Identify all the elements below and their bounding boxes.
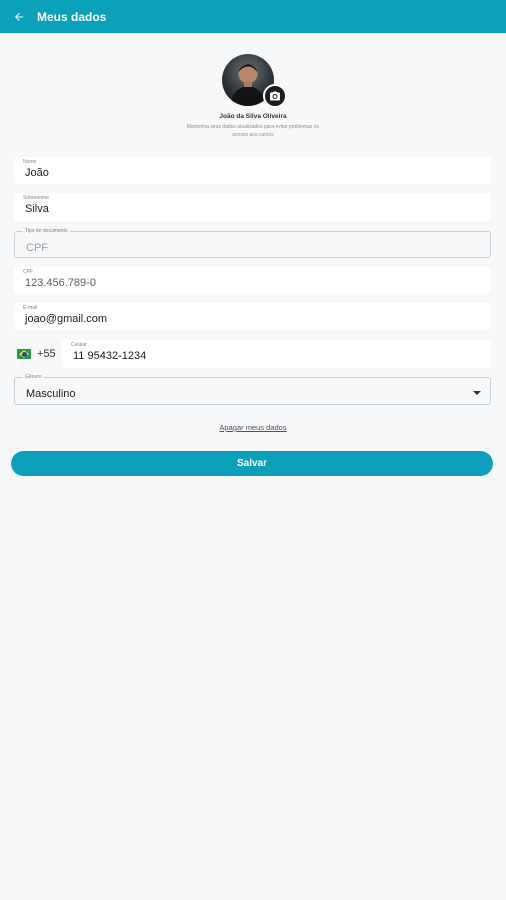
document-type-label: Tipo de documento — [23, 228, 70, 234]
country-code-selector[interactable]: +55 — [17, 345, 56, 363]
back-button[interactable] — [8, 6, 30, 28]
profile-hint: Mantenha seus dados atualizados para evi… — [186, 124, 320, 138]
phone-label: Celular — [71, 342, 87, 348]
save-button[interactable]: Salvar — [11, 451, 493, 476]
email-field[interactable]: E-mail joao@gmail.com — [14, 303, 491, 330]
phone-field[interactable]: Celular 11 95432-1234 — [62, 340, 491, 368]
dropdown-arrow-icon — [473, 391, 481, 395]
document-type-select[interactable]: Tipo de documento CPF — [14, 228, 491, 258]
app-bar: Meus dados — [0, 0, 506, 33]
email-value: joao@gmail.com — [25, 313, 108, 325]
last-name-value: Silva — [25, 203, 49, 215]
gender-label: Gênero — [23, 374, 44, 380]
last-name-field[interactable]: Sobrenome Silva — [14, 193, 491, 221]
document-number-field[interactable]: CPF 123.456.789-0 — [14, 267, 491, 294]
phone-value: 11 95432-1234 — [73, 350, 147, 362]
document-number-value: 123.456.789-0 — [25, 277, 96, 289]
camera-icon — [270, 91, 280, 101]
change-photo-button[interactable] — [263, 84, 287, 108]
gender-select[interactable]: Gênero Masculino — [14, 374, 491, 405]
profile-name: João da Silva Oliveira — [219, 113, 287, 120]
document-type-placeholder: CPF — [26, 242, 48, 254]
country-dial-code: +55 — [37, 348, 56, 360]
first-name-field[interactable]: Nome João — [14, 157, 491, 184]
delete-data-link[interactable]: Apagar meus dados — [0, 423, 506, 432]
email-label: E-mail — [23, 305, 38, 311]
first-name-value: João — [25, 167, 49, 179]
last-name-label: Sobrenome — [23, 195, 49, 201]
document-number-label: CPF — [23, 269, 33, 275]
brazil-flag-icon — [17, 349, 31, 359]
arrow-left-icon — [15, 12, 23, 21]
first-name-label: Nome — [23, 159, 37, 165]
avatar-container — [222, 54, 288, 108]
page-title: Meus dados — [37, 9, 107, 24]
gender-value: Masculino — [26, 388, 76, 400]
